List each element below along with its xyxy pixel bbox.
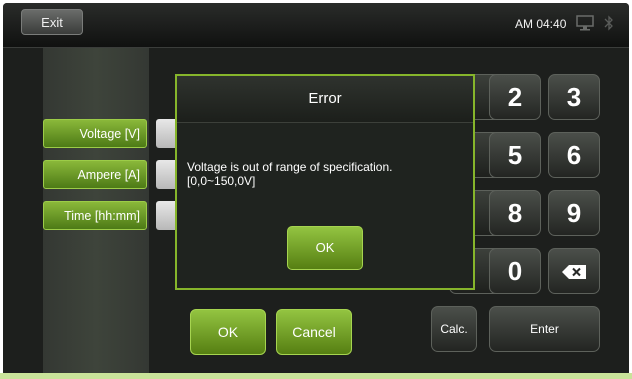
backspace-button[interactable]	[548, 248, 600, 294]
device-screen: Exit AM 04:40 Voltage [V] Ampere [A] Tim…	[0, 0, 632, 379]
keypad-key-8[interactable]: 8	[489, 190, 541, 236]
enter-button[interactable]: Enter	[489, 306, 600, 352]
keypad-key-9[interactable]: 9	[548, 190, 600, 236]
ampere-label: Ampere [A]	[43, 160, 147, 189]
dialog-ok-button[interactable]: OK	[287, 226, 363, 270]
bluetooth-icon	[604, 15, 613, 31]
top-bar: Exit AM 04:40	[3, 3, 629, 48]
dialog-message-line-2: [0,0~150,0V]	[187, 174, 256, 188]
voltage-label: Voltage [V]	[43, 119, 147, 148]
backspace-icon	[562, 265, 586, 279]
keypad-key-0[interactable]: 0	[489, 248, 541, 294]
dialog-title: Error	[177, 76, 473, 123]
clock: AM 04:40	[515, 17, 567, 31]
dialog-message-line-1: Voltage is out of range of specification…	[187, 160, 393, 174]
bottom-accent-line	[0, 373, 632, 379]
calc-button[interactable]: Calc.	[431, 306, 477, 352]
monitor-icon	[576, 15, 594, 31]
ok-button[interactable]: OK	[190, 309, 266, 355]
dialog-message: Voltage is out of range of specification…	[187, 160, 467, 188]
cancel-button[interactable]: Cancel	[276, 309, 352, 355]
keypad-key-6[interactable]: 6	[548, 132, 600, 178]
screen-bezel: Exit AM 04:40 Voltage [V] Ampere [A] Tim…	[3, 3, 629, 376]
time-label: Time [hh:mm]	[43, 201, 147, 230]
keypad-key-5[interactable]: 5	[489, 132, 541, 178]
keypad-key-3[interactable]: 3	[548, 74, 600, 120]
exit-button[interactable]: Exit	[21, 9, 83, 35]
error-dialog: Error Voltage is out of range of specifi…	[175, 74, 475, 290]
keypad-key-2[interactable]: 2	[489, 74, 541, 120]
